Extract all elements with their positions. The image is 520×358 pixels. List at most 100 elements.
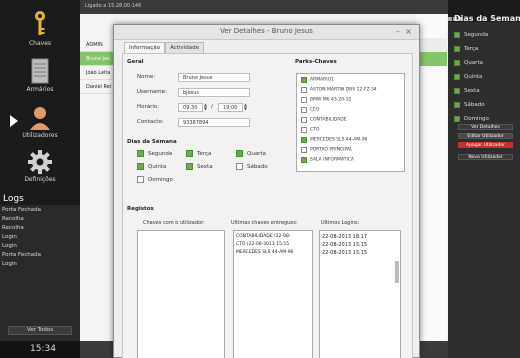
user-icon xyxy=(30,107,50,130)
schedule-end-field[interactable] xyxy=(218,103,243,112)
checkbox-sexta[interactable] xyxy=(186,163,193,170)
weekday-label: Quinta xyxy=(464,74,483,80)
day-label: Terça xyxy=(197,151,212,157)
clock: 15:34 xyxy=(0,341,80,358)
sidebar: Chaves Armários Utilizadores Definições xyxy=(0,0,80,193)
log-entry: Porta Fechada xyxy=(2,252,42,258)
day-label: Domingo xyxy=(148,177,173,183)
sidebar-item-definicoes[interactable]: Definições xyxy=(0,150,80,183)
weekday-label: Quarta xyxy=(464,60,483,66)
weekdays-list: Segunda Terça Quarta Quinta Sexta Sábado… xyxy=(454,28,489,126)
tab-bar: Informação Actividade xyxy=(124,42,204,53)
checkbox-icon xyxy=(301,77,307,83)
park-item[interactable]: ASTON MARTIN DB9 12-FZ-34 xyxy=(301,87,377,94)
log-entry: Login xyxy=(2,234,17,240)
day-label: Sexta xyxy=(197,164,213,170)
keys-with-user-label: Chaves com o utilizador: xyxy=(143,220,205,226)
contact-label: Contacto: xyxy=(137,119,164,125)
log-entry: Recolha xyxy=(2,225,24,231)
day-label: Quarta xyxy=(247,151,266,157)
weekday-filter-item[interactable]: Terça xyxy=(454,42,489,56)
close-icon[interactable]: × xyxy=(405,27,412,36)
tab-actividade[interactable]: Actividade xyxy=(165,42,204,53)
list-item: 22-08-2013 15:15 xyxy=(322,242,368,248)
checkbox-icon xyxy=(454,31,460,38)
park-item[interactable]: SALA INFORMATICA xyxy=(301,157,354,164)
weekday-filter-item[interactable]: Sexta xyxy=(454,84,489,98)
day-label: Quinta xyxy=(148,164,167,170)
keys-with-user-list[interactable] xyxy=(137,230,225,358)
list-item: CTO (22-08-2013 15:15 xyxy=(236,242,290,247)
checkbox-terca[interactable] xyxy=(186,150,193,157)
section-title-general: Geral xyxy=(127,59,144,65)
view-all-logs-button[interactable]: Ver Todos xyxy=(8,326,72,335)
scrollbar[interactable] xyxy=(395,261,399,283)
day-label: Sábado xyxy=(247,164,268,170)
checkbox-icon xyxy=(301,157,307,163)
section-title-weekdays: Dias da Semana xyxy=(127,139,177,145)
new-user-button[interactable]: Novo Utilizador xyxy=(458,154,513,160)
checkbox-icon xyxy=(454,45,460,52)
gear-icon xyxy=(28,150,52,174)
contact-field[interactable] xyxy=(178,118,250,127)
park-item[interactable]: CONTABILIDADE xyxy=(301,117,347,124)
checkbox-quarta[interactable] xyxy=(236,150,243,157)
dialog-titlebar[interactable]: Ver Detalhes - Bruno Jesus – × xyxy=(114,25,419,40)
checkbox-icon xyxy=(454,59,460,66)
weekday-filter-item[interactable]: Sábado xyxy=(454,98,489,112)
checkbox-icon xyxy=(301,137,307,143)
checkbox-icon xyxy=(301,117,307,123)
weekday-filter-item[interactable]: Quinta xyxy=(454,70,489,84)
list-item: 22-08-2013 15:15 xyxy=(322,250,368,256)
last-keys-list[interactable]: CONTABILIDADE (22-08- CTO (22-08-2013 15… xyxy=(233,230,313,358)
park-item[interactable]: PORTAO PRINCIPAL xyxy=(301,147,352,154)
sidebar-item-utilizadores[interactable]: Utilizadores xyxy=(0,106,80,139)
checkbox-domingo[interactable] xyxy=(137,176,144,183)
weekday-label: Segunda xyxy=(464,32,489,38)
edit-user-button[interactable]: Editar Utilizador xyxy=(458,133,513,139)
sidebar-item-label: Definições xyxy=(24,176,56,183)
weekday-filter-item[interactable]: Segunda xyxy=(454,28,489,42)
log-entry: Login xyxy=(2,261,17,267)
last-logins-list[interactable]: 22-08-2013 18:17 22-08-2013 15:15 22-08-… xyxy=(319,230,401,358)
schedule-start-field[interactable] xyxy=(178,103,203,112)
right-panel: Dias da Semana Segunda Terça Quarta Quin… xyxy=(448,0,520,358)
park-item[interactable]: CEO xyxy=(301,107,320,114)
checkbox-icon xyxy=(301,87,307,93)
section-title-parks: Parks-Chaves xyxy=(295,59,337,65)
checkbox-sabado[interactable] xyxy=(236,163,243,170)
checkbox-segunda[interactable] xyxy=(137,150,144,157)
username-field[interactable] xyxy=(178,88,250,97)
park-item[interactable]: ARMARIO1 xyxy=(301,77,334,84)
checkbox-icon xyxy=(301,107,307,113)
name-field[interactable] xyxy=(178,73,250,82)
park-item[interactable]: CTO xyxy=(301,127,319,134)
dialog-title: Ver Detalhes - Bruno Jesus xyxy=(220,27,313,35)
parks-list: ARMARIO1 ASTON MARTIN DB9 12-FZ-34 BMW M… xyxy=(296,73,405,172)
weekday-filter-item[interactable]: Quarta xyxy=(454,56,489,70)
key-icon xyxy=(35,11,45,35)
list-item: 22-08-2013 18:17 xyxy=(322,234,368,240)
checkbox-quinta[interactable] xyxy=(137,163,144,170)
logs-panel: Logs Porta Fechada Recolha Recolha Login… xyxy=(0,193,80,341)
schedule-start-spinner-icon[interactable]: ▲ ▼ xyxy=(203,103,208,112)
tab-panel-informacao: Geral Nome: Username: Horário: ▲▼ / ▲▼ C… xyxy=(122,53,413,358)
sidebar-item-armarios[interactable]: Armários xyxy=(0,58,80,93)
list-item: MERCEDES SLS 44-AM-96 xyxy=(236,250,294,255)
view-details-button[interactable]: Ver Detalhes xyxy=(458,124,513,130)
schedule-end-spinner-icon[interactable]: ▲ ▼ xyxy=(243,103,248,112)
park-item[interactable]: MERCEDES SLS 44-AM-96 xyxy=(301,137,367,144)
checkbox-icon xyxy=(301,97,307,103)
user-details-dialog: Ver Detalhes - Bruno Jesus – × Informaçã… xyxy=(113,24,420,358)
last-keys-label: Ultimas chaves entregues: xyxy=(231,220,298,226)
sidebar-item-label: Chaves xyxy=(28,40,52,47)
locker-icon xyxy=(31,58,49,84)
checkbox-icon xyxy=(301,147,307,153)
park-item[interactable]: BMW M6 43-20-32 xyxy=(301,97,351,104)
section-title-records: Registos xyxy=(127,206,154,212)
delete-user-button[interactable]: Apagar Utilizador xyxy=(458,142,513,148)
weekday-label: Terça xyxy=(464,46,479,52)
tab-informacao[interactable]: Informação xyxy=(124,42,166,53)
sidebar-item-chaves[interactable]: Chaves xyxy=(0,10,80,47)
minimize-icon[interactable]: – xyxy=(396,27,400,36)
